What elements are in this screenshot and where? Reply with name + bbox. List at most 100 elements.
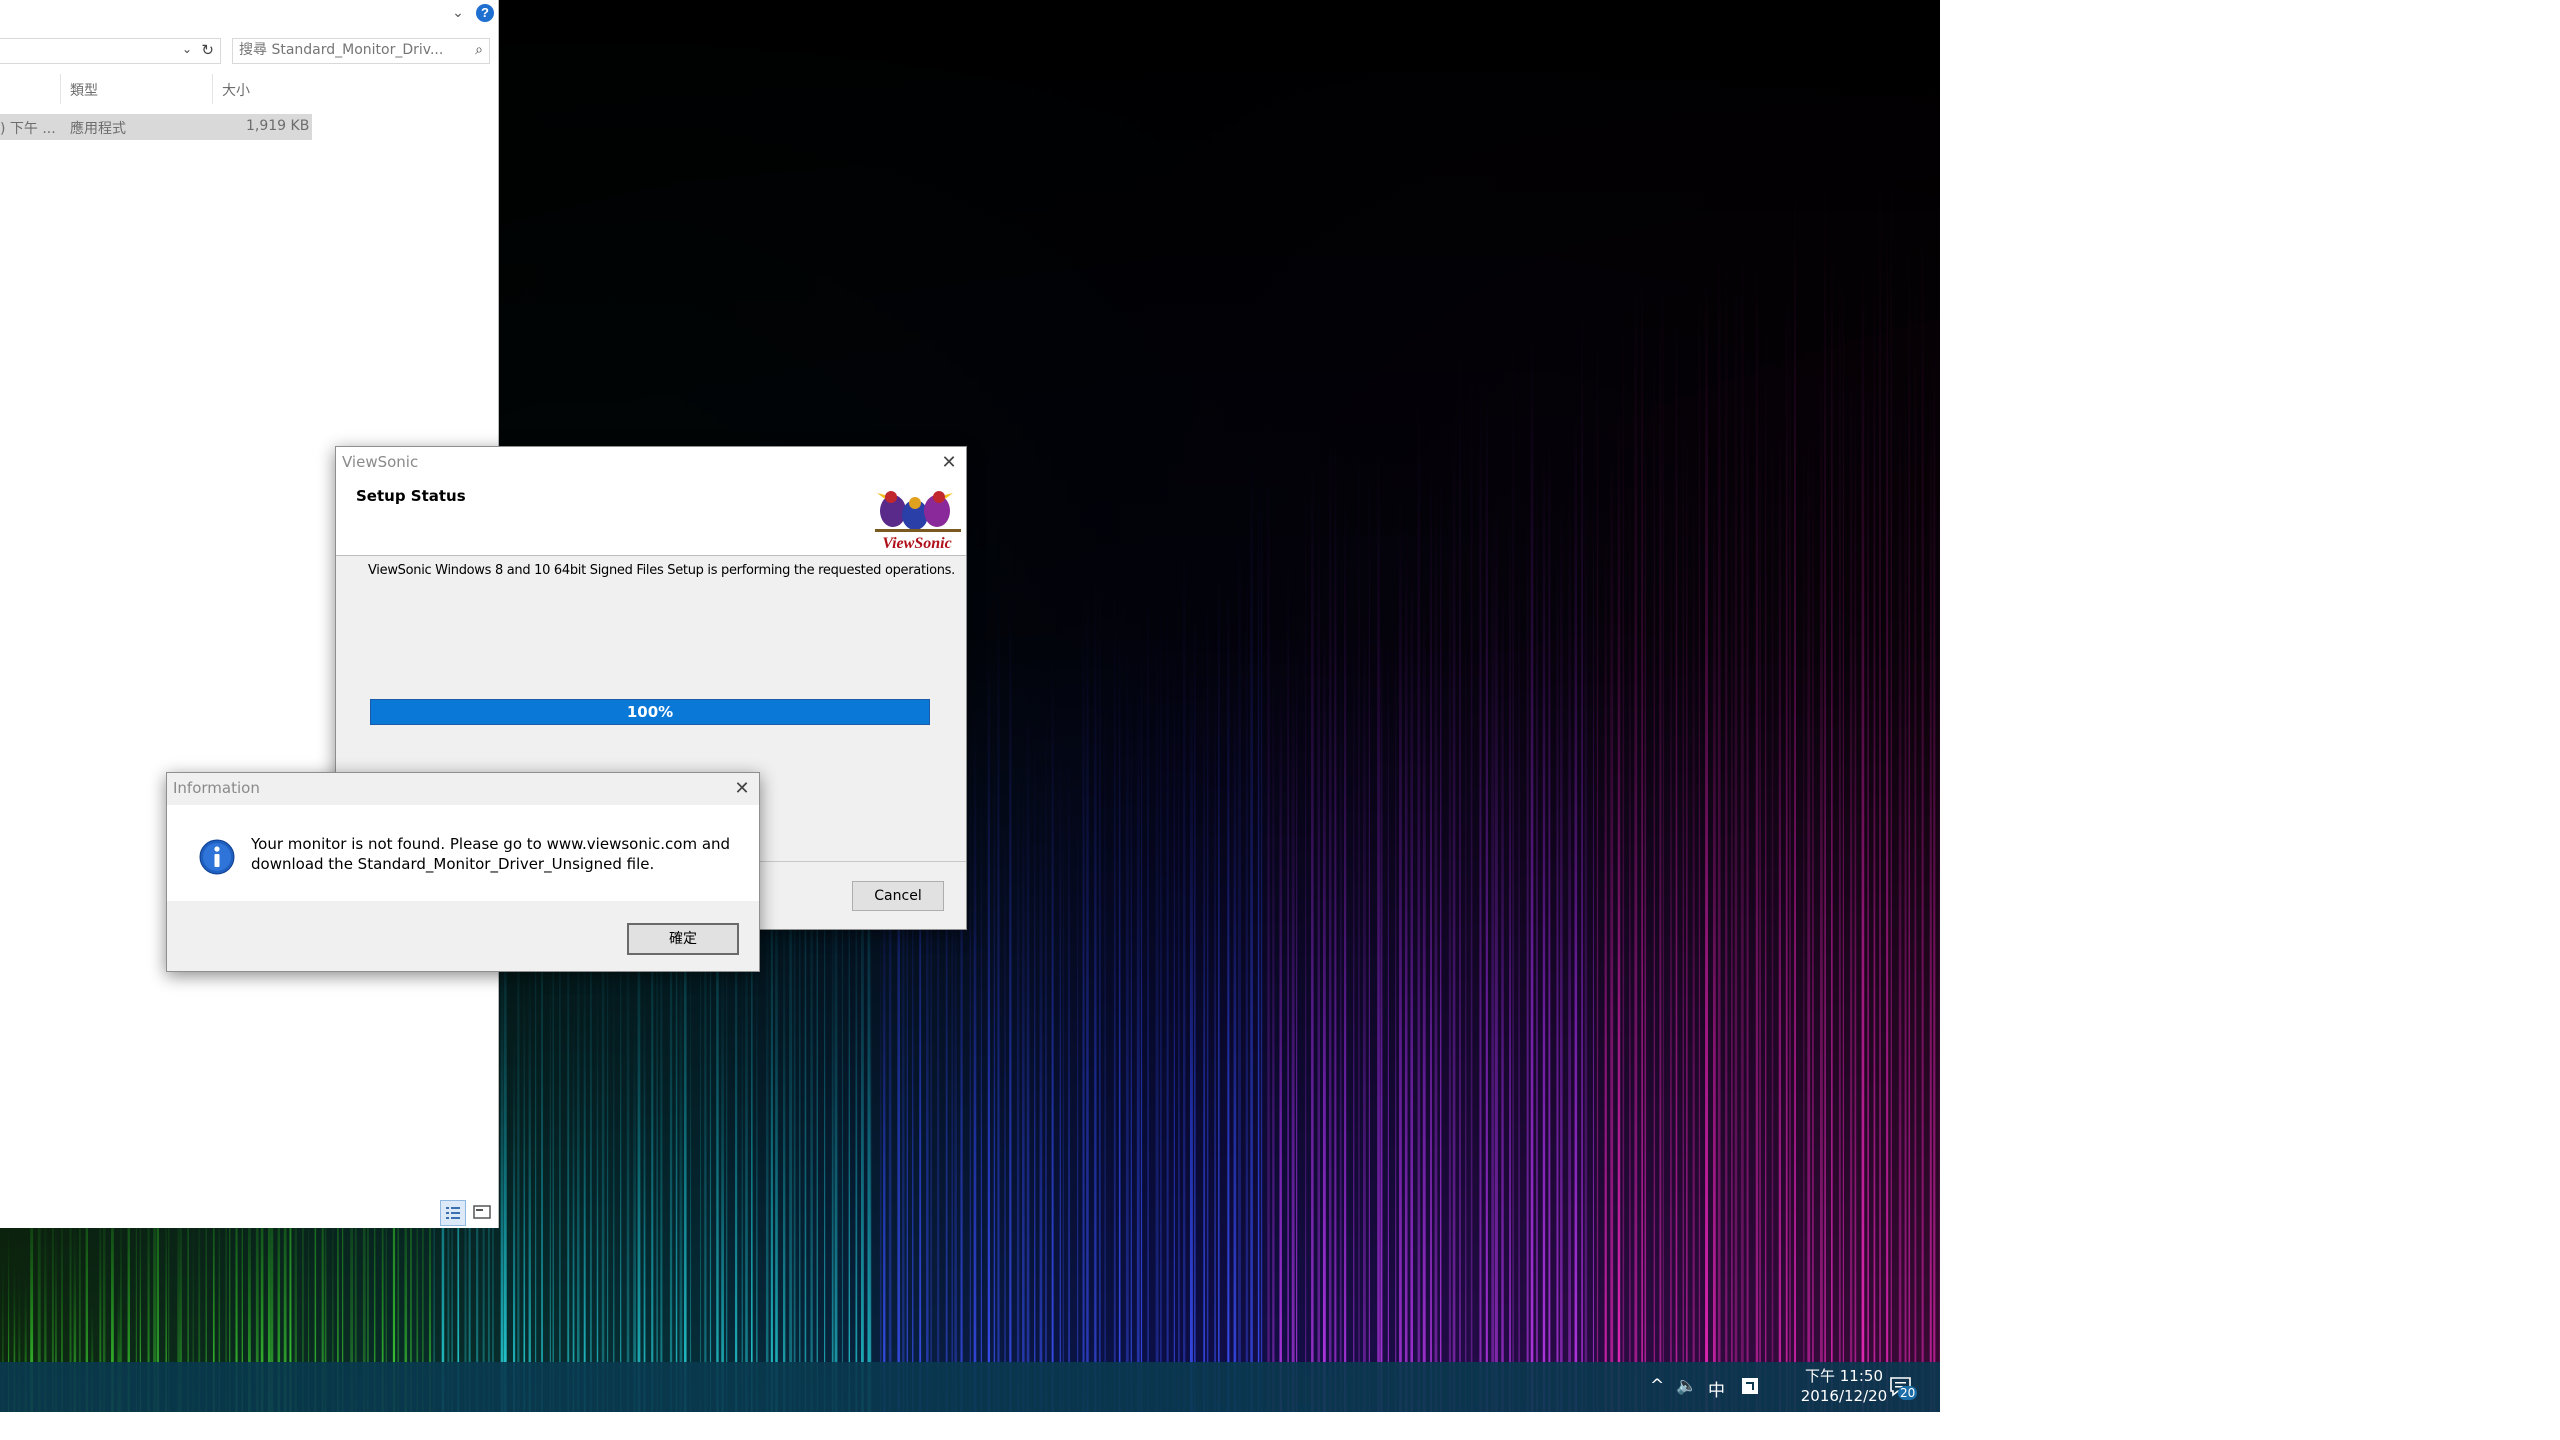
wallpaper-streak [528, 956, 531, 1412]
wallpaper-streak [1094, 578, 1097, 1412]
action-center-icon[interactable]: 20 [1888, 1374, 1918, 1402]
wallpaper-streak [1629, 440, 1631, 1412]
info-dialog-title: Information [173, 779, 260, 797]
wallpaper-streak [1334, 437, 1337, 1412]
wallpaper-streak [572, 1011, 575, 1412]
wallpaper-streak [1740, 213, 1744, 1412]
wallpaper-streak [1004, 784, 1006, 1412]
show-hidden-icons-chevron[interactable]: ^ [1650, 1376, 1664, 1396]
wallpaper-streak [1890, 171, 1892, 1412]
wallpaper-streak [1542, 448, 1546, 1412]
address-dropdown-icon[interactable]: ⌄ [182, 42, 192, 56]
wallpaper-streak [1166, 604, 1169, 1412]
taskbar-clock[interactable]: 下午 11:50 2016/12/20 [1784, 1366, 1904, 1406]
details-view-icon[interactable] [440, 1200, 466, 1226]
wallpaper-streak [1358, 427, 1360, 1412]
file-date: ) 下午 ... [0, 121, 56, 137]
wallpaper-streak [613, 946, 615, 1412]
column-header-size[interactable]: 大小 [222, 80, 250, 100]
wallpaper-streak [1812, 414, 1814, 1412]
wallpaper-streak [1717, 223, 1721, 1412]
wallpaper-streak [1512, 332, 1514, 1412]
wallpaper-streak [1659, 284, 1662, 1412]
cancel-button[interactable]: Cancel [852, 881, 944, 911]
wallpaper-streak [1218, 544, 1220, 1412]
wallpaper-streak [1803, 400, 1805, 1412]
info-message-line-1: Your monitor is not found. Please go to … [251, 835, 731, 853]
wallpaper-streak [1380, 626, 1383, 1412]
wallpaper-streak [1399, 500, 1402, 1412]
wallpaper-streak [1879, 163, 1881, 1412]
wallpaper-streak [1206, 579, 1209, 1412]
ime-mode-icon[interactable] [1740, 1376, 1760, 1396]
wallpaper-streak [1086, 591, 1089, 1412]
wallpaper-streak [1479, 378, 1482, 1412]
wallpaper-streak [1731, 462, 1733, 1412]
wallpaper-streak [1536, 474, 1538, 1412]
wallpaper-streak [980, 779, 982, 1412]
refresh-icon[interactable]: ↻ [201, 41, 214, 59]
wallpaper-streak [1227, 575, 1230, 1412]
setup-progress-bar: 100% [370, 699, 930, 725]
wallpaper-streak [1854, 361, 1857, 1412]
wallpaper-streak [1789, 292, 1791, 1412]
wallpaper-streak [969, 689, 972, 1412]
wallpaper-streak [1610, 437, 1614, 1412]
ok-button[interactable]: 確定 [627, 923, 739, 955]
wallpaper-streak [973, 707, 977, 1412]
column-separator[interactable] [60, 74, 61, 104]
wallpaper-streak [1530, 338, 1534, 1412]
file-row[interactable]: ) 下午 ... 應用程式 1,919 KB [0, 114, 312, 140]
wallpaper-streak [1098, 573, 1101, 1412]
information-dialog: Information ✕ Your monitor is not found.… [166, 772, 760, 972]
wallpaper-streak [1556, 544, 1559, 1412]
wallpaper-streak [1501, 565, 1504, 1412]
wallpaper-streak [993, 742, 996, 1412]
wallpaper-streak [1465, 588, 1467, 1412]
wallpaper-streak [1404, 528, 1408, 1412]
large-icons-view-icon[interactable] [470, 1200, 494, 1224]
column-header-type[interactable]: 類型 [70, 80, 98, 100]
wallpaper-streak [1362, 597, 1366, 1412]
wallpaper-streak [1725, 233, 1728, 1412]
wallpaper-streak [583, 933, 586, 1412]
wallpaper-streak [1214, 686, 1216, 1412]
search-box[interactable]: ⌕ [232, 38, 490, 64]
volume-icon[interactable]: 🔈 [1676, 1376, 1697, 1396]
address-bar[interactable]: ⌄ ↻ [0, 38, 221, 64]
column-separator[interactable] [212, 74, 213, 104]
wallpaper-streak [1485, 379, 1488, 1412]
wallpaper-streak [1377, 449, 1380, 1412]
wallpaper-streak [1459, 343, 1461, 1412]
wallpaper-streak [1317, 498, 1321, 1412]
wallpaper-streak [1026, 695, 1030, 1412]
wallpaper-streak [1260, 452, 1263, 1412]
wallpaper-streak [870, 880, 872, 1412]
wallpaper-streak [1183, 507, 1186, 1412]
search-input[interactable] [239, 41, 455, 59]
wallpaper-streak [1604, 526, 1607, 1412]
wallpaper-streak [1016, 755, 1020, 1412]
wallpaper-streak [1339, 627, 1342, 1412]
wallpaper-streak [1344, 502, 1347, 1412]
wallpaper-streak [1838, 268, 1841, 1412]
setup-close-icon[interactable]: ✕ [934, 449, 964, 475]
search-icon[interactable]: ⌕ [475, 41, 483, 58]
info-close-icon[interactable]: ✕ [727, 775, 757, 801]
wallpaper-streak [1898, 368, 1902, 1412]
input-method-indicator[interactable]: 中 [1708, 1376, 1725, 1401]
wallpaper-streak [1842, 243, 1844, 1412]
setup-heading: Setup Status [356, 487, 466, 505]
notification-count-badge: 20 [1898, 1386, 1918, 1400]
wallpaper-streak [1705, 271, 1708, 1412]
wallpaper-streak [1622, 311, 1625, 1412]
wallpaper-streak [1617, 408, 1621, 1412]
wallpaper-streak [1440, 472, 1442, 1412]
wallpaper-streak [1082, 597, 1085, 1412]
wallpaper-streak [1831, 231, 1833, 1412]
expand-ribbon-icon[interactable]: ⌄ [450, 4, 466, 20]
help-icon[interactable]: ? [476, 4, 494, 22]
wallpaper-streak [1160, 591, 1162, 1412]
explorer-top-bar: ⌄ ? [0, 0, 498, 30]
wallpaper-streak [1189, 660, 1193, 1412]
